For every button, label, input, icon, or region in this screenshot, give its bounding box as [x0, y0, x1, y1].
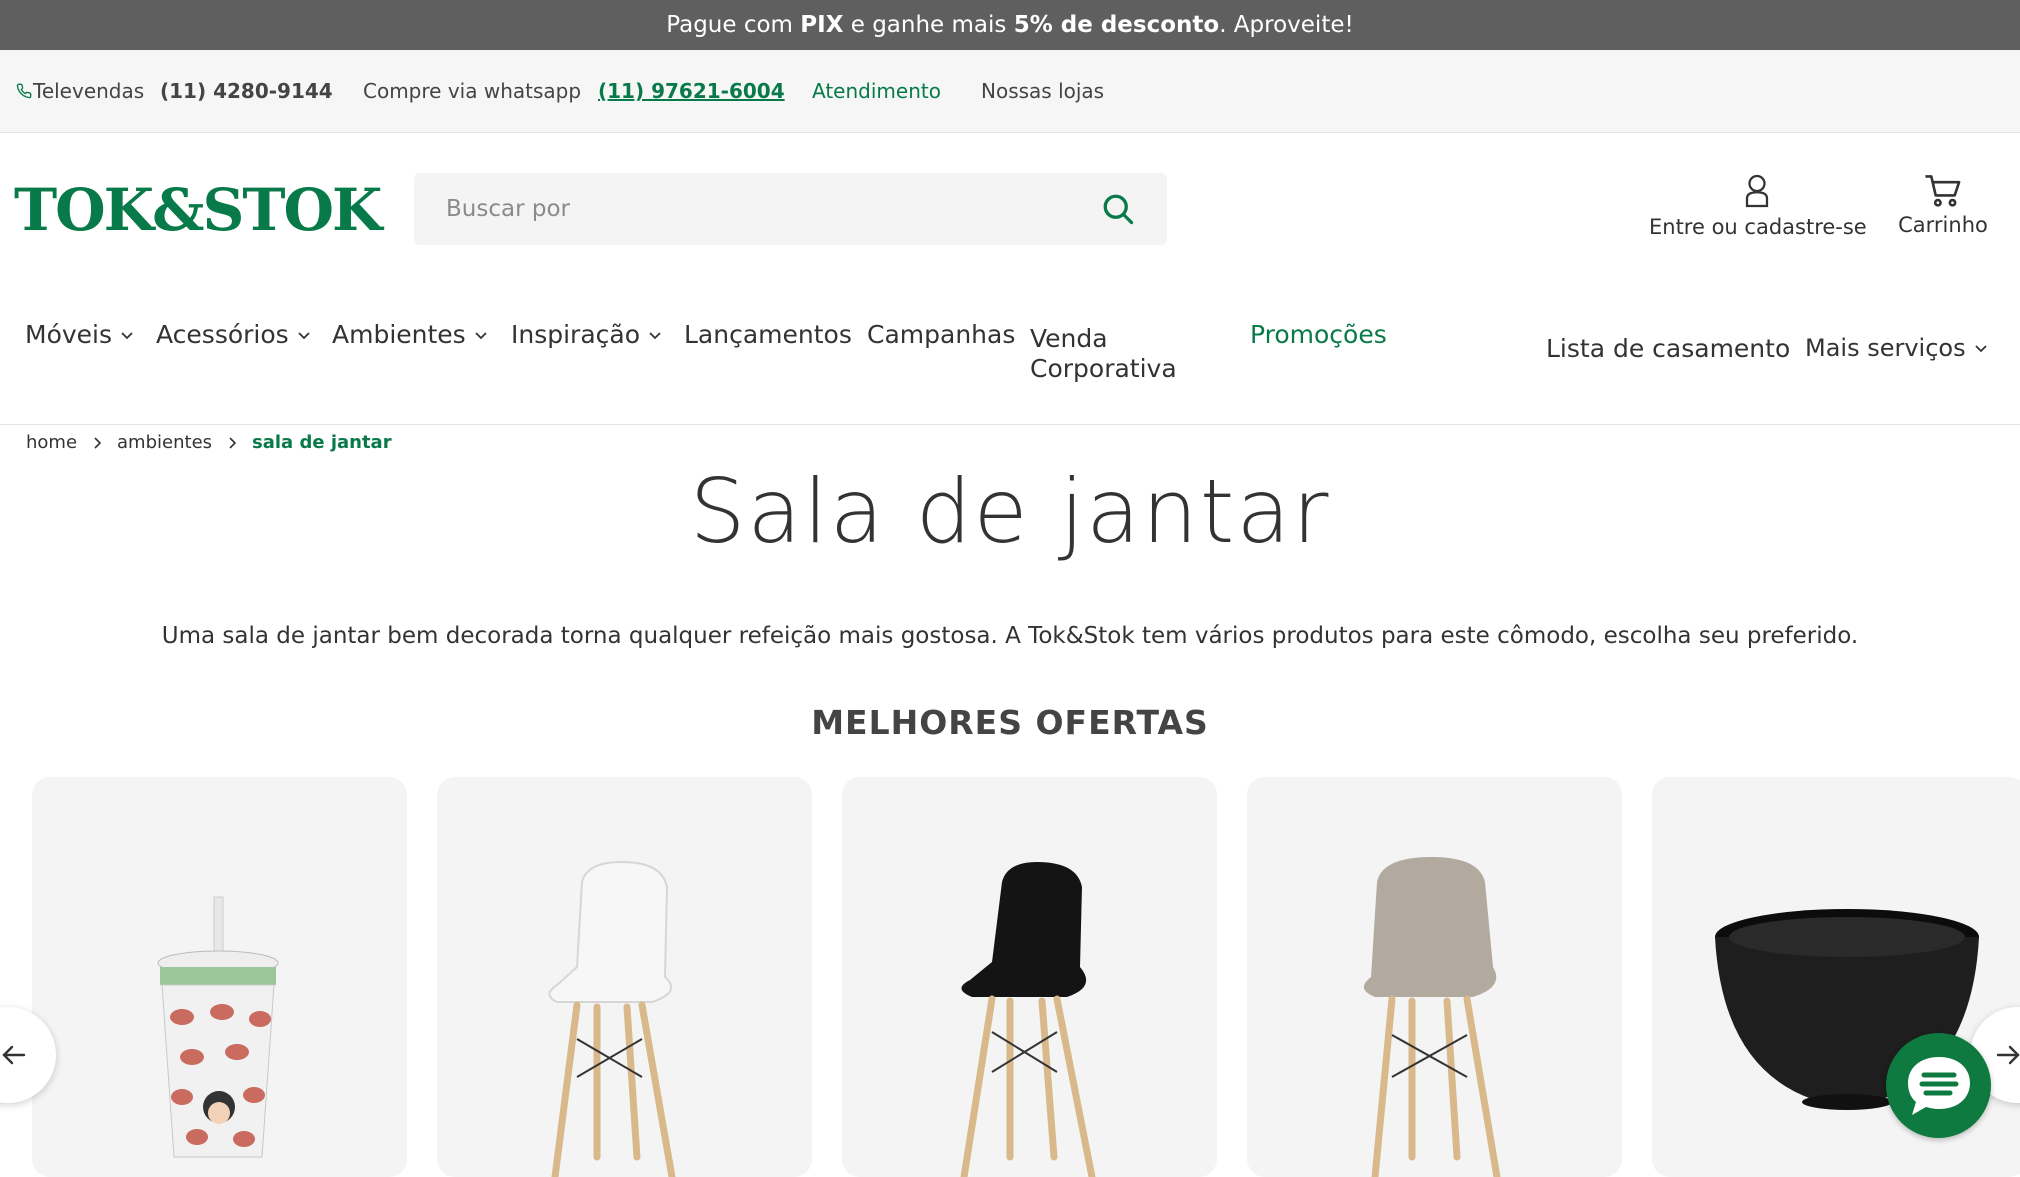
product-card[interactable]: [437, 777, 812, 1177]
search-bar: [414, 173, 1167, 245]
televendas-label: Televendas: [33, 79, 145, 103]
nav-lista-casamento[interactable]: Lista de casamento: [1546, 334, 1790, 363]
nav-venda-corporativa[interactable]: Venda Corporativa: [1030, 324, 1177, 384]
atendimento-link[interactable]: Atendimento: [812, 79, 941, 103]
product-card[interactable]: [1247, 777, 1622, 1177]
account-label: Entre ou cadastre-se: [1649, 215, 1867, 239]
promo-bar[interactable]: Pague com PIX e ganhe mais 5% de descont…: [0, 0, 2020, 50]
whatsapp-label: Compre via whatsapp: [363, 79, 582, 103]
nav-campanhas[interactable]: Campanhas: [867, 320, 1015, 349]
taupe-chair-image: [1363, 857, 1501, 1177]
cart-icon: [1924, 175, 1962, 213]
whatsapp-phone-link[interactable]: (11) 97621-6004: [598, 79, 785, 103]
nav-campanhas-label: Campanhas: [867, 320, 1016, 349]
nav-divider: [0, 424, 2020, 425]
nav-ambientes-label: Ambientes: [332, 320, 466, 349]
phone-icon: [16, 80, 32, 104]
page-title: Sala de jantar: [689, 460, 1331, 563]
nav-corporativa-label: Corporativa: [1030, 354, 1177, 383]
utility-bar: Televendas (11) 4280-9144 Compre via wha…: [0, 50, 2020, 133]
nav-lancamentos-label: Lançamentos: [684, 320, 852, 349]
white-chair-image: [548, 860, 676, 1177]
breadcrumb: home ambientes sala de jantar: [26, 432, 392, 453]
chevron-down-icon: [121, 331, 133, 339]
nav-moveis-label: Móveis: [25, 320, 113, 349]
promo-discount: 5% de desconto: [1013, 12, 1220, 38]
chevron-down-icon: [298, 331, 310, 339]
nav-acessorios-label: Acessórios: [156, 320, 289, 349]
nav-inspiracao-label: Inspiração: [511, 320, 641, 349]
promo-pix: PIX: [800, 12, 844, 38]
cart-label: Carrinho: [1898, 213, 1988, 237]
promo-text-middle: e ganhe mais: [843, 12, 1014, 38]
nav-mais-servicos[interactable]: Mais serviços: [1805, 334, 1989, 362]
promo-text-before: Pague com: [666, 12, 801, 38]
chat-button[interactable]: [1886, 1033, 1991, 1138]
chevron-down-icon: [1974, 345, 1987, 353]
product-card[interactable]: [842, 777, 1217, 1177]
televendas-phone[interactable]: (11) 4280-9144: [160, 79, 333, 103]
nav-lancamentos[interactable]: Lançamentos: [684, 320, 852, 349]
arrow-right-icon: [1996, 1045, 2020, 1065]
search-input[interactable]: [446, 173, 1066, 245]
nav-moveis[interactable]: Móveis: [25, 320, 135, 349]
nav-promocoes-label: Promoções: [1250, 320, 1387, 349]
cart-button[interactable]: Carrinho: [1891, 173, 1995, 237]
chevron-down-icon: [475, 331, 487, 339]
breadcrumb-ambientes[interactable]: ambientes: [117, 432, 212, 453]
breadcrumb-current: sala de jantar: [252, 432, 392, 453]
chevron-right-icon: [94, 436, 102, 449]
product-card[interactable]: [32, 777, 407, 1177]
breadcrumb-home[interactable]: home: [26, 432, 77, 453]
nav-inspiracao[interactable]: Inspiração: [511, 320, 663, 349]
tumbler-image: [157, 896, 279, 1158]
chat-icon: [1908, 1057, 1970, 1115]
account-button[interactable]: Entre ou cadastre-se: [1649, 173, 1867, 239]
chevron-right-icon: [229, 436, 237, 449]
nav-lista-casamento-label: Lista de casamento: [1546, 334, 1791, 363]
nav-ambientes[interactable]: Ambientes: [332, 320, 489, 349]
promo-text-after: . Aproveite!: [1219, 12, 1354, 38]
user-icon: [1742, 174, 1772, 213]
nav-venda-label: Venda: [1030, 324, 1108, 353]
black-chair-image: [960, 862, 1096, 1177]
nav-mais-servicos-label: Mais serviços: [1805, 334, 1966, 362]
page-description: Uma sala de jantar bem decorada torna qu…: [161, 623, 1859, 649]
logo[interactable]: TOK&STOK: [14, 180, 382, 240]
search-icon[interactable]: [1100, 191, 1136, 227]
section-title: MELHORES OFERTAS: [811, 703, 1209, 742]
nossas-lojas-link[interactable]: Nossas lojas: [981, 79, 1104, 103]
nav-promocoes[interactable]: Promoções: [1250, 320, 1387, 349]
arrow-left-icon: [2, 1045, 26, 1065]
nav-acessorios[interactable]: Acessórios: [156, 320, 312, 349]
chevron-down-icon: [649, 331, 661, 339]
